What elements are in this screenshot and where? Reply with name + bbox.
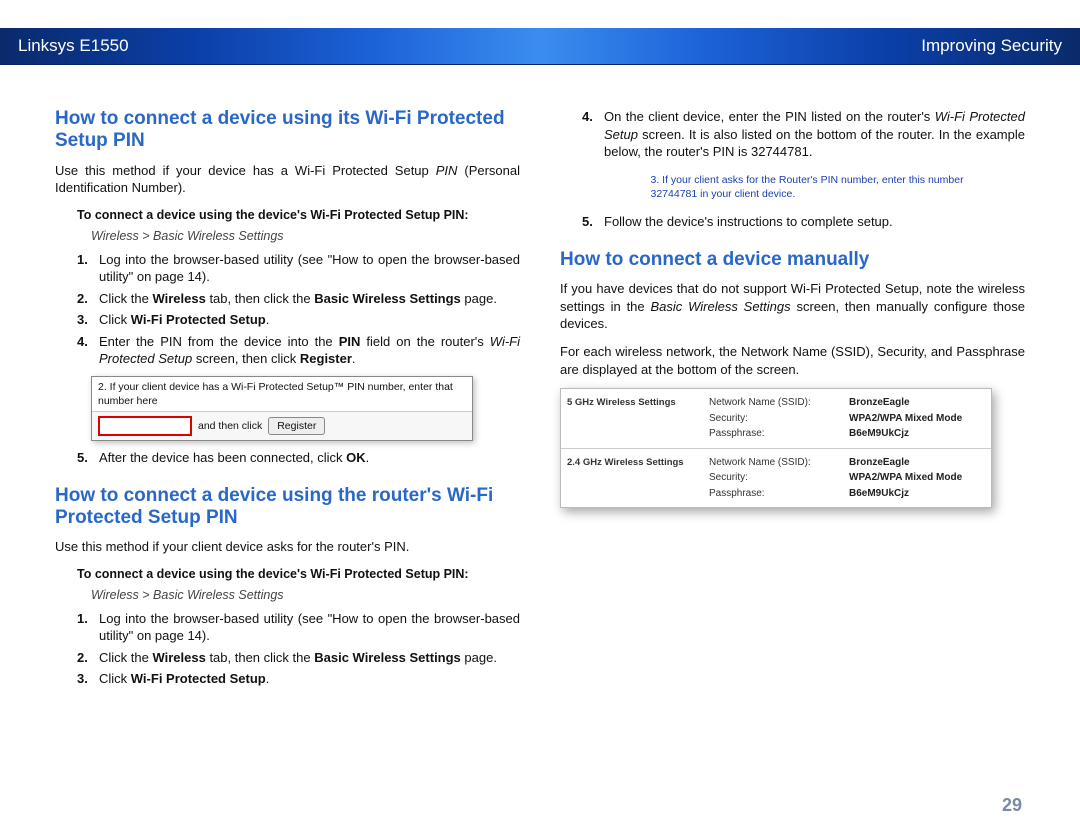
section-a-subhead: To connect a device using the device's W…	[77, 207, 520, 224]
left-column: How to connect a device using its Wi-Fi …	[55, 90, 520, 804]
page-header: Linksys E1550 Improving Security	[0, 28, 1080, 65]
section-c-p1: If you have devices that do not support …	[560, 280, 1025, 333]
step: On the client device, enter the PIN list…	[582, 108, 1025, 161]
section-b-intro: Use this method if your client device as…	[55, 538, 520, 556]
right-column: On the client device, enter the PIN list…	[560, 90, 1025, 804]
wps-andthen: and then click	[198, 419, 262, 433]
wireless-settings-card: 5 GHz Wireless Settings Network Name (SS…	[560, 388, 992, 508]
page-number: 29	[1002, 795, 1022, 816]
header-left: Linksys E1550	[18, 36, 129, 56]
router-pin-figure: 3. If your client asks for the Router's …	[596, 169, 1025, 205]
wps-pin-input[interactable]	[98, 416, 192, 436]
register-button[interactable]: Register	[268, 417, 325, 435]
section-b-steps: Log into the browser-based utility (see …	[77, 610, 520, 688]
section-b-subhead: To connect a device using the device's W…	[77, 566, 520, 583]
band-24ghz-label: 2.4 GHz Wireless Settings	[561, 449, 703, 508]
step: Log into the browser-based utility (see …	[77, 251, 520, 286]
section-c-p2: For each wireless network, the Network N…	[560, 343, 1025, 378]
step: Log into the browser-based utility (see …	[77, 610, 520, 645]
section-b-steps-right2: Follow the device's instructions to comp…	[582, 213, 1025, 231]
section-b-title: How to connect a device using the router…	[55, 485, 520, 529]
section-a-steps-cont: After the device has been connected, cli…	[77, 449, 520, 467]
step: After the device has been connected, cli…	[77, 449, 520, 467]
router-pin-text: 3. If your client asks for the Router's …	[645, 169, 977, 205]
section-a-breadcrumb: Wireless > Basic Wireless Settings	[91, 228, 520, 245]
wps-pin-figure: 2. If your client device has a Wi-Fi Pro…	[91, 376, 520, 441]
section-a-steps: Log into the browser-based utility (see …	[77, 251, 520, 368]
section-b-steps-right: On the client device, enter the PIN list…	[582, 108, 1025, 161]
section-c-title: How to connect a device manually	[560, 249, 1025, 271]
page-body: How to connect a device using its Wi-Fi …	[55, 90, 1025, 804]
header-right: Improving Security	[921, 36, 1062, 56]
section-b-breadcrumb: Wireless > Basic Wireless Settings	[91, 587, 520, 604]
step: Click the Wireless tab, then click the B…	[77, 649, 520, 667]
step: Follow the device's instructions to comp…	[582, 213, 1025, 231]
step: Click Wi-Fi Protected Setup.	[77, 311, 520, 329]
wps-pin-box: 2. If your client device has a Wi-Fi Pro…	[91, 376, 473, 441]
band-24ghz: 2.4 GHz Wireless Settings Network Name (…	[561, 448, 991, 508]
section-a-intro: Use this method if your device has a Wi-…	[55, 162, 520, 197]
section-a-title: How to connect a device using its Wi-Fi …	[55, 108, 520, 152]
wps-note: 2. If your client device has a Wi-Fi Pro…	[92, 377, 472, 412]
step: Click the Wireless tab, then click the B…	[77, 290, 520, 308]
step: Click Wi-Fi Protected Setup.	[77, 670, 520, 688]
band-5ghz: 5 GHz Wireless Settings Network Name (SS…	[561, 389, 991, 448]
step: Enter the PIN from the device into the P…	[77, 333, 520, 368]
band-5ghz-label: 5 GHz Wireless Settings	[561, 389, 703, 448]
